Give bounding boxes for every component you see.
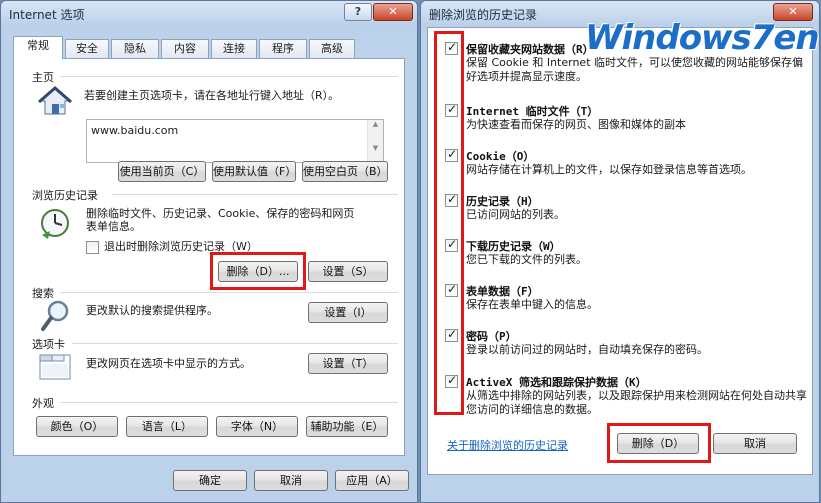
colors-button[interactable]: 颜色（O） — [36, 416, 118, 437]
internet-options-window: Internet 选项 ? ✕ 常规 安全 隐私 内容 连接 程序 高级 主页 … — [0, 0, 418, 503]
item-description: 保留 Cookie 和 Internet 临时文件，可以使您收藏的网站能够保存偏… — [466, 56, 803, 83]
help-button[interactable]: ? — [344, 3, 372, 21]
item-title: 密码（P） — [466, 330, 517, 343]
tab-security[interactable]: 安全 — [65, 39, 109, 58]
item-description: 您已下载的文件的列表。 — [466, 253, 587, 266]
history-clock-icon — [41, 209, 69, 239]
highlight-box — [210, 252, 306, 290]
divider — [60, 292, 398, 293]
item-description: 从筛选中排除的网站列表，以及跟踪保护用来检测网站在何处自动共享您访问的详细信息的… — [466, 389, 807, 416]
use-current-button[interactable]: 使用当前页（C） — [118, 161, 206, 182]
highlight-box — [434, 31, 464, 415]
highlight-box — [607, 423, 711, 463]
languages-button[interactable]: 语言（L） — [126, 416, 208, 437]
close-button[interactable]: ✕ — [373, 3, 413, 21]
item-description: 登录以前访问过的网站时，自动填充保存的密码。 — [466, 343, 708, 356]
item-description: 网站存储在计算机上的文件，以保存如登录信息等首选项。 — [466, 163, 752, 176]
home-description: 若要创建主页选项卡，请在各地址行键入地址（R）。 — [84, 89, 340, 102]
history-label: 浏览历史记录 — [32, 189, 98, 202]
apply-button[interactable]: 应用（A） — [335, 470, 409, 491]
item-title: ActiveX 筛选和跟踪保护数据（K） — [466, 376, 647, 389]
item-title: 表单数据（F） — [466, 285, 539, 298]
home-url-value: www.baidu.com — [91, 124, 179, 137]
search-description: 更改默认的搜索提供程序。 — [86, 304, 218, 317]
cancel-button[interactable]: 取消 — [713, 433, 797, 454]
tab-programs[interactable]: 程序 — [259, 39, 307, 58]
tab-general[interactable]: 常规 — [13, 36, 63, 59]
cancel-button[interactable]: 取消 — [254, 470, 328, 491]
magnifier-icon — [41, 300, 69, 331]
scrollbar[interactable]: ▲ ▼ — [367, 120, 383, 162]
delete-on-exit-checkbox[interactable] — [86, 241, 99, 254]
fonts-button[interactable]: 字体（N） — [216, 416, 298, 437]
history-description-1: 删除临时文件、历史记录、Cookie、保存的密码和网页 — [86, 207, 355, 220]
home-label: 主页 — [32, 71, 54, 84]
general-panel: 主页 若要创建主页选项卡，请在各地址行键入地址（R）。 www.baidu.co… — [13, 58, 405, 456]
tab-advanced[interactable]: 高级 — [309, 39, 355, 58]
delete-history-window: 删除浏览的历史记录 ✕ 保留收藏夹网站数据（R） 保留 Cookie 和 Int… — [420, 0, 820, 503]
item-title: Cookie（O） — [466, 150, 535, 163]
watermark-logo: Windows7en — [585, 18, 820, 58]
window-title: Internet 选项 — [9, 8, 85, 22]
title-bar[interactable]: Internet 选项 ? ✕ — [1, 1, 417, 27]
use-blank-button[interactable]: 使用空白页（B） — [302, 161, 388, 182]
divider — [60, 402, 398, 403]
tabs-label: 选项卡 — [32, 338, 65, 351]
tabs-settings-button[interactable]: 设置（T） — [308, 353, 388, 374]
home-url-textarea[interactable]: www.baidu.com ▲ ▼ — [86, 119, 384, 163]
tabs-window-icon — [39, 354, 71, 380]
tab-connections[interactable]: 连接 — [211, 39, 257, 58]
house-icon — [38, 86, 72, 115]
tab-privacy[interactable]: 隐私 — [111, 39, 159, 58]
divider — [72, 343, 398, 344]
item-description: 保存在表单中键入的信息。 — [466, 298, 598, 311]
item-description: 已访问网站的列表。 — [466, 208, 565, 221]
item-description: 为快速查看而保存的网页、图像和媒体的副本 — [466, 118, 686, 131]
use-default-button[interactable]: 使用默认值（F） — [212, 161, 296, 182]
ok-button[interactable]: 确定 — [173, 470, 247, 491]
history-description-2: 表单信息。 — [86, 220, 141, 233]
tab-content[interactable]: 内容 — [161, 39, 209, 58]
appearance-label: 外观 — [32, 397, 54, 410]
accessibility-button[interactable]: 辅助功能（E） — [306, 416, 388, 437]
item-title: 历史记录（H） — [466, 195, 539, 208]
divider — [60, 76, 398, 77]
about-delete-history-link[interactable]: 关于删除浏览的历史记录 — [447, 437, 568, 453]
item-title: Internet 临时文件（T） — [466, 105, 599, 118]
options-list: 保留收藏夹网站数据（R） 保留 Cookie 和 Internet 临时文件，可… — [427, 27, 813, 475]
window-title: 删除浏览的历史记录 — [429, 8, 538, 22]
item-title: 下载历史记录（W） — [466, 240, 561, 253]
divider — [112, 194, 398, 195]
tabs-description: 更改网页在选项卡中显示的方式。 — [86, 357, 251, 370]
history-settings-button[interactable]: 设置（S） — [308, 261, 388, 282]
search-settings-button[interactable]: 设置（I） — [308, 302, 388, 323]
item-title: 保留收藏夹网站数据（R） — [466, 43, 594, 56]
